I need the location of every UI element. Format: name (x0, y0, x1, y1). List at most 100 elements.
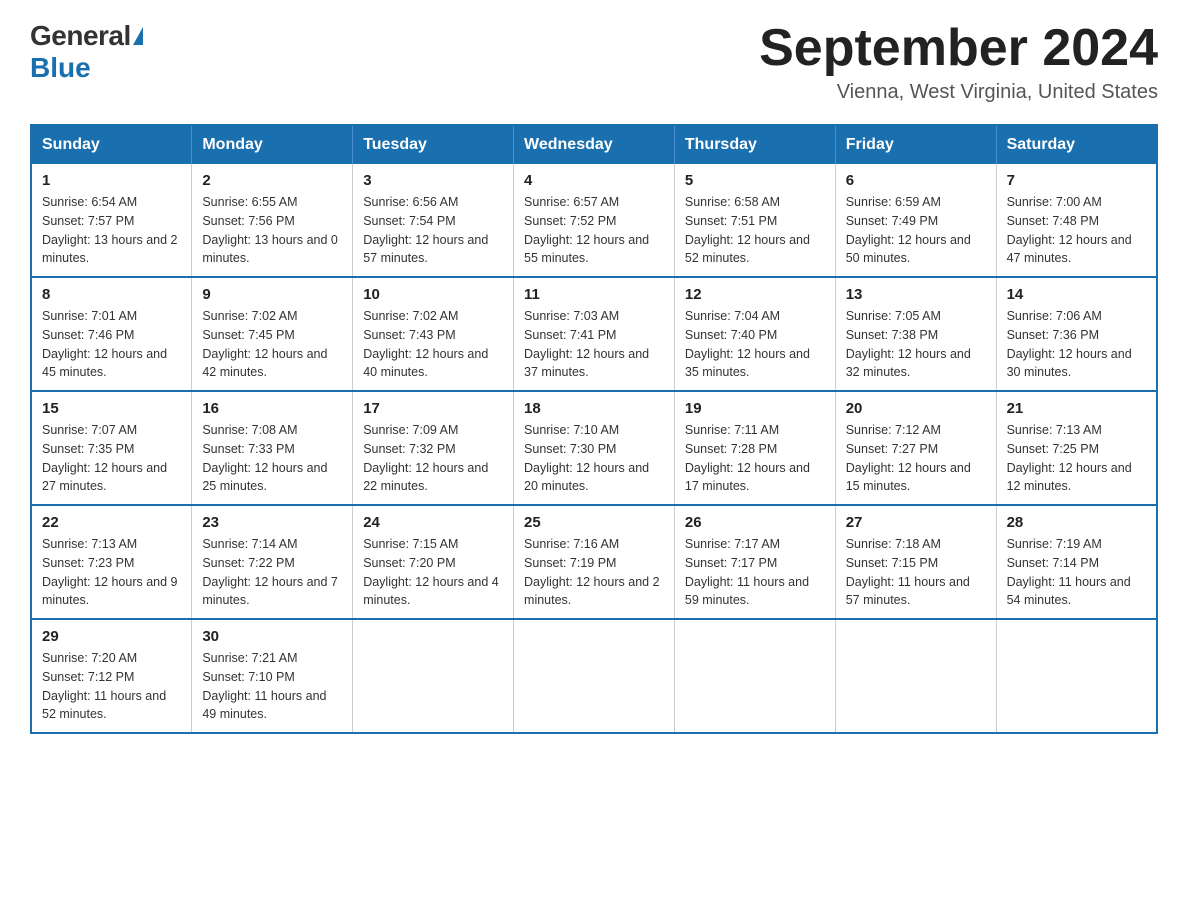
calendar-cell: 5 Sunrise: 6:58 AMSunset: 7:51 PMDayligh… (674, 164, 835, 277)
day-number: 27 (846, 514, 986, 531)
day-number: 18 (524, 400, 664, 417)
day-info: Sunrise: 7:11 AMSunset: 7:28 PMDaylight:… (685, 421, 825, 496)
day-number: 26 (685, 514, 825, 531)
day-info: Sunrise: 6:56 AMSunset: 7:54 PMDaylight:… (363, 193, 503, 268)
day-info: Sunrise: 6:55 AMSunset: 7:56 PMDaylight:… (202, 193, 342, 268)
calendar-cell: 28 Sunrise: 7:19 AMSunset: 7:14 PMDaylig… (996, 505, 1157, 619)
calendar-cell: 19 Sunrise: 7:11 AMSunset: 7:28 PMDaylig… (674, 391, 835, 505)
day-number: 12 (685, 286, 825, 303)
calendar-cell (996, 619, 1157, 733)
day-number: 9 (202, 286, 342, 303)
day-number: 4 (524, 172, 664, 189)
day-info: Sunrise: 7:13 AMSunset: 7:25 PMDaylight:… (1007, 421, 1146, 496)
day-number: 7 (1007, 172, 1146, 189)
calendar-cell: 23 Sunrise: 7:14 AMSunset: 7:22 PMDaylig… (192, 505, 353, 619)
calendar-cell: 22 Sunrise: 7:13 AMSunset: 7:23 PMDaylig… (31, 505, 192, 619)
calendar-cell: 8 Sunrise: 7:01 AMSunset: 7:46 PMDayligh… (31, 277, 192, 391)
calendar-cell (353, 619, 514, 733)
calendar-cell: 10 Sunrise: 7:02 AMSunset: 7:43 PMDaylig… (353, 277, 514, 391)
header-day-thursday: Thursday (674, 125, 835, 164)
calendar-cell: 1 Sunrise: 6:54 AMSunset: 7:57 PMDayligh… (31, 164, 192, 277)
day-number: 5 (685, 172, 825, 189)
day-info: Sunrise: 7:14 AMSunset: 7:22 PMDaylight:… (202, 535, 342, 610)
calendar-body: 1 Sunrise: 6:54 AMSunset: 7:57 PMDayligh… (31, 164, 1157, 733)
day-number: 17 (363, 400, 503, 417)
day-info: Sunrise: 6:57 AMSunset: 7:52 PMDaylight:… (524, 193, 664, 268)
day-info: Sunrise: 7:05 AMSunset: 7:38 PMDaylight:… (846, 307, 986, 382)
day-number: 23 (202, 514, 342, 531)
day-number: 8 (42, 286, 181, 303)
day-info: Sunrise: 7:07 AMSunset: 7:35 PMDaylight:… (42, 421, 181, 496)
day-number: 21 (1007, 400, 1146, 417)
day-info: Sunrise: 7:19 AMSunset: 7:14 PMDaylight:… (1007, 535, 1146, 610)
day-number: 11 (524, 286, 664, 303)
logo-blue-text: Blue (30, 52, 91, 84)
header-day-friday: Friday (835, 125, 996, 164)
day-info: Sunrise: 7:15 AMSunset: 7:20 PMDaylight:… (363, 535, 503, 610)
calendar-week-5: 29 Sunrise: 7:20 AMSunset: 7:12 PMDaylig… (31, 619, 1157, 733)
header-day-sunday: Sunday (31, 125, 192, 164)
day-number: 16 (202, 400, 342, 417)
logo: General Blue (30, 20, 143, 84)
calendar-cell: 3 Sunrise: 6:56 AMSunset: 7:54 PMDayligh… (353, 164, 514, 277)
day-info: Sunrise: 7:18 AMSunset: 7:15 PMDaylight:… (846, 535, 986, 610)
calendar-cell: 12 Sunrise: 7:04 AMSunset: 7:40 PMDaylig… (674, 277, 835, 391)
title-area: September 2024 Vienna, West Virginia, Un… (759, 20, 1158, 104)
day-info: Sunrise: 7:02 AMSunset: 7:43 PMDaylight:… (363, 307, 503, 382)
day-info: Sunrise: 7:02 AMSunset: 7:45 PMDaylight:… (202, 307, 342, 382)
day-info: Sunrise: 7:16 AMSunset: 7:19 PMDaylight:… (524, 535, 664, 610)
calendar-cell: 2 Sunrise: 6:55 AMSunset: 7:56 PMDayligh… (192, 164, 353, 277)
day-info: Sunrise: 7:13 AMSunset: 7:23 PMDaylight:… (42, 535, 181, 610)
day-number: 28 (1007, 514, 1146, 531)
calendar-cell: 30 Sunrise: 7:21 AMSunset: 7:10 PMDaylig… (192, 619, 353, 733)
header: General Blue September 2024 Vienna, West… (30, 20, 1158, 104)
day-info: Sunrise: 6:54 AMSunset: 7:57 PMDaylight:… (42, 193, 181, 268)
day-info: Sunrise: 7:03 AMSunset: 7:41 PMDaylight:… (524, 307, 664, 382)
day-number: 19 (685, 400, 825, 417)
calendar-cell: 9 Sunrise: 7:02 AMSunset: 7:45 PMDayligh… (192, 277, 353, 391)
calendar-cell (514, 619, 675, 733)
day-number: 20 (846, 400, 986, 417)
calendar-table: SundayMondayTuesdayWednesdayThursdayFrid… (30, 124, 1158, 734)
calendar-header-row: SundayMondayTuesdayWednesdayThursdayFrid… (31, 125, 1157, 164)
day-info: Sunrise: 7:20 AMSunset: 7:12 PMDaylight:… (42, 649, 181, 724)
day-info: Sunrise: 7:01 AMSunset: 7:46 PMDaylight:… (42, 307, 181, 382)
calendar-cell: 4 Sunrise: 6:57 AMSunset: 7:52 PMDayligh… (514, 164, 675, 277)
calendar-cell: 24 Sunrise: 7:15 AMSunset: 7:20 PMDaylig… (353, 505, 514, 619)
calendar-cell: 26 Sunrise: 7:17 AMSunset: 7:17 PMDaylig… (674, 505, 835, 619)
calendar-cell: 7 Sunrise: 7:00 AMSunset: 7:48 PMDayligh… (996, 164, 1157, 277)
day-number: 25 (524, 514, 664, 531)
day-number: 10 (363, 286, 503, 303)
day-info: Sunrise: 7:00 AMSunset: 7:48 PMDaylight:… (1007, 193, 1146, 268)
calendar-cell: 17 Sunrise: 7:09 AMSunset: 7:32 PMDaylig… (353, 391, 514, 505)
calendar-cell: 11 Sunrise: 7:03 AMSunset: 7:41 PMDaylig… (514, 277, 675, 391)
calendar-cell: 25 Sunrise: 7:16 AMSunset: 7:19 PMDaylig… (514, 505, 675, 619)
day-info: Sunrise: 7:12 AMSunset: 7:27 PMDaylight:… (846, 421, 986, 496)
calendar-cell: 27 Sunrise: 7:18 AMSunset: 7:15 PMDaylig… (835, 505, 996, 619)
calendar-cell: 6 Sunrise: 6:59 AMSunset: 7:49 PMDayligh… (835, 164, 996, 277)
day-info: Sunrise: 7:21 AMSunset: 7:10 PMDaylight:… (202, 649, 342, 724)
header-day-monday: Monday (192, 125, 353, 164)
calendar-cell (835, 619, 996, 733)
calendar-cell: 18 Sunrise: 7:10 AMSunset: 7:30 PMDaylig… (514, 391, 675, 505)
day-info: Sunrise: 7:06 AMSunset: 7:36 PMDaylight:… (1007, 307, 1146, 382)
day-info: Sunrise: 7:10 AMSunset: 7:30 PMDaylight:… (524, 421, 664, 496)
calendar-cell: 16 Sunrise: 7:08 AMSunset: 7:33 PMDaylig… (192, 391, 353, 505)
header-day-wednesday: Wednesday (514, 125, 675, 164)
day-info: Sunrise: 7:09 AMSunset: 7:32 PMDaylight:… (363, 421, 503, 496)
subtitle: Vienna, West Virginia, United States (759, 81, 1158, 104)
calendar-week-1: 1 Sunrise: 6:54 AMSunset: 7:57 PMDayligh… (31, 164, 1157, 277)
day-info: Sunrise: 7:17 AMSunset: 7:17 PMDaylight:… (685, 535, 825, 610)
day-number: 14 (1007, 286, 1146, 303)
header-day-saturday: Saturday (996, 125, 1157, 164)
header-day-tuesday: Tuesday (353, 125, 514, 164)
page-title: September 2024 (759, 20, 1158, 77)
day-info: Sunrise: 6:59 AMSunset: 7:49 PMDaylight:… (846, 193, 986, 268)
day-info: Sunrise: 7:08 AMSunset: 7:33 PMDaylight:… (202, 421, 342, 496)
day-number: 6 (846, 172, 986, 189)
day-info: Sunrise: 7:04 AMSunset: 7:40 PMDaylight:… (685, 307, 825, 382)
calendar-week-3: 15 Sunrise: 7:07 AMSunset: 7:35 PMDaylig… (31, 391, 1157, 505)
calendar-cell: 20 Sunrise: 7:12 AMSunset: 7:27 PMDaylig… (835, 391, 996, 505)
logo-triangle-icon (133, 27, 143, 45)
calendar-cell: 14 Sunrise: 7:06 AMSunset: 7:36 PMDaylig… (996, 277, 1157, 391)
